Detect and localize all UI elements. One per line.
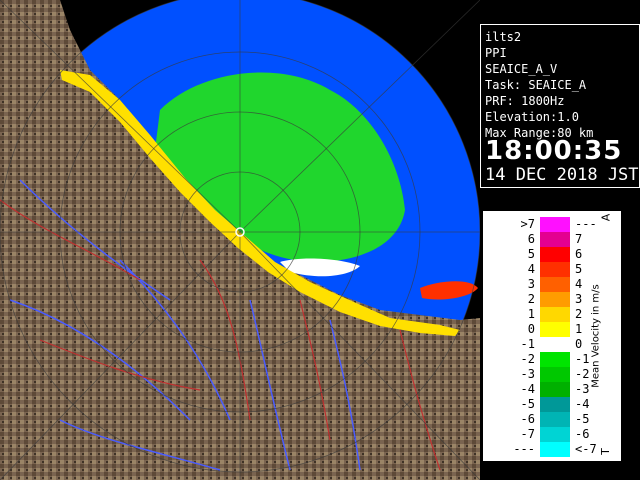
legend-left-label: 0 [527, 322, 535, 336]
radar-map [0, 0, 480, 480]
scan-date: 14 DEC 2018 JST [485, 165, 639, 185]
legend-color-swatch [540, 382, 570, 397]
legend-color-swatch [540, 322, 570, 337]
legend-left-label: --- [513, 442, 535, 456]
legend-left-label: >7 [520, 217, 535, 231]
legend-left-label: 2 [527, 292, 535, 306]
legend-left-label: -2 [520, 352, 535, 366]
legend-top-mark: A [599, 213, 613, 222]
legend-right-label: 6 [575, 247, 583, 261]
legend-color-swatch [540, 277, 570, 292]
legend-left-label: -7 [520, 427, 535, 441]
legend-left-label: 6 [527, 232, 535, 246]
legend-left-label: 1 [527, 307, 535, 321]
scan-type: PPI [485, 46, 507, 60]
legend-left-label: -3 [520, 367, 535, 381]
site-name: ilts2 [485, 30, 522, 44]
legend-color-swatch [540, 337, 570, 352]
legend-left-label: 3 [527, 277, 535, 291]
legend-title: Mean Velocity in m/s [590, 284, 602, 388]
legend-left-label: 4 [527, 262, 535, 276]
legend-bottom-mark: T [598, 448, 612, 455]
scan-time: 18:00:35 [485, 136, 623, 166]
scan-info-panel: ilts2 PPI SEAICE_A_V Task: SEAICE_A PRF:… [480, 24, 640, 188]
legend-right-label: 5 [575, 262, 583, 276]
legend-right-label: -6 [575, 427, 590, 441]
radar-ppi-display[interactable] [0, 0, 480, 480]
legend-left-label: -5 [520, 397, 535, 411]
velocity-legend: >7 --- 6 7 5 6 4 5 3 4 2 3 1 2 0 1 -1 0 -2 -1 -3 -2 -4 -3 -5 -4 -6… [482, 210, 622, 462]
legend-left-label: 5 [527, 247, 535, 261]
elevation-value: Elevation:1.0 [485, 110, 579, 124]
legend-right-label: -4 [575, 397, 590, 411]
legend-color-swatch [540, 262, 570, 277]
legend-color-swatch [540, 412, 570, 427]
legend-left-label: -1 [520, 337, 535, 351]
legend-color-swatch [540, 442, 570, 457]
product-name: SEAICE_A_V [485, 62, 558, 76]
legend-color-swatch [540, 217, 570, 232]
legend-color-swatch [540, 247, 570, 262]
legend-color-swatch [540, 352, 570, 367]
legend-right-label: 7 [575, 232, 583, 246]
legend-color-swatch [540, 427, 570, 442]
legend-left-label: -4 [520, 382, 535, 396]
legend-color-swatch [540, 397, 570, 412]
legend-left-label: -6 [520, 412, 535, 426]
legend-color-swatch [540, 307, 570, 322]
legend-right-label: -5 [575, 412, 590, 426]
task-name: Task: SEAICE_A [485, 78, 587, 92]
legend-color-swatch [540, 292, 570, 307]
prf-value: PRF: 1800Hz [485, 94, 565, 108]
legend-color-swatch [540, 367, 570, 382]
legend-color-swatch [540, 232, 570, 247]
